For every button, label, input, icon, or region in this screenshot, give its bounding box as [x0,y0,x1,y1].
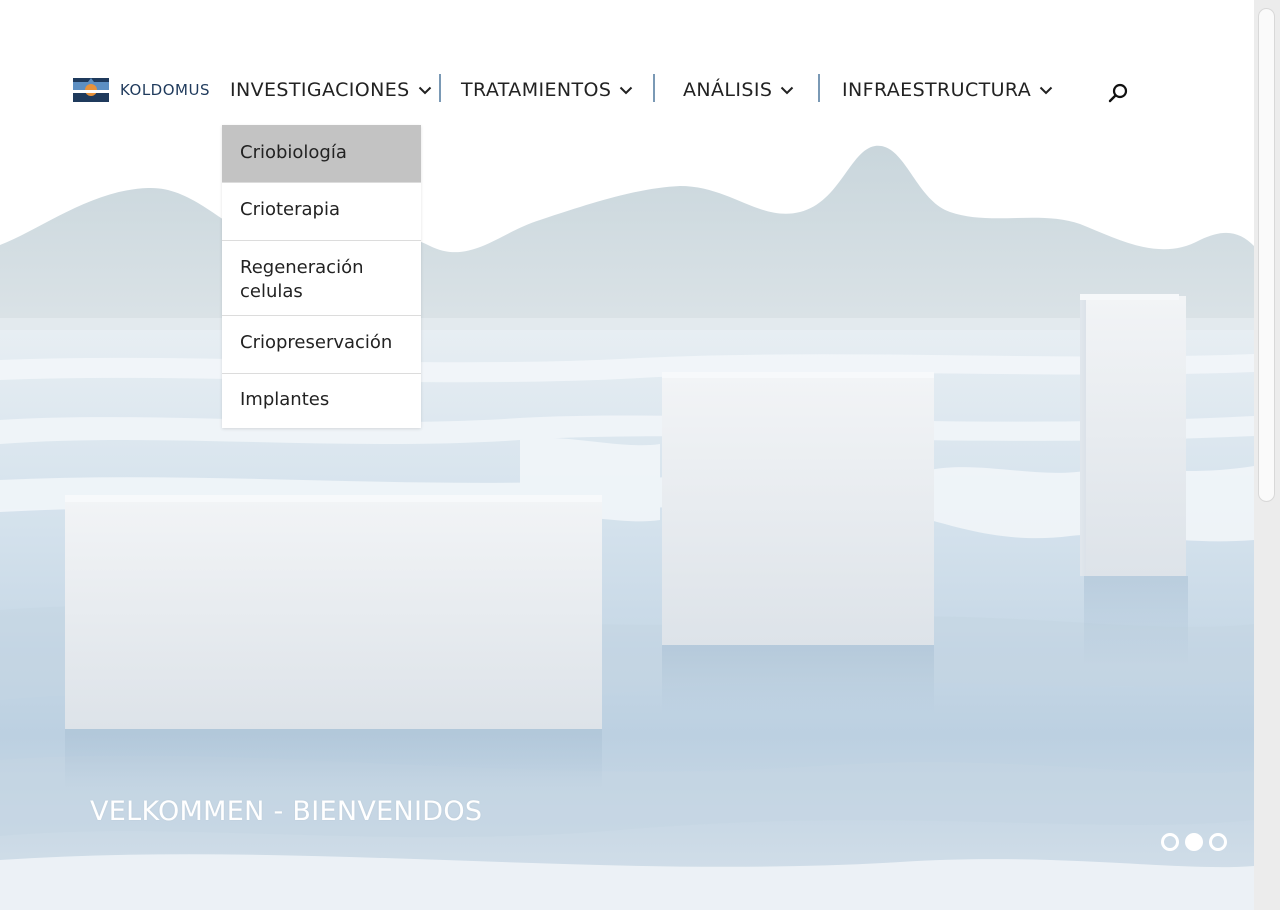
slider-dots [1161,833,1227,851]
dropdown-item-implantes[interactable]: Implantes [222,374,421,428]
vertical-scrollbar[interactable] [1254,0,1280,910]
nav-item-label: TRATAMIENTOS [461,79,612,101]
nav-item-infraestructura[interactable]: INFRAESTRUCTURA [842,74,1053,106]
chevron-down-icon [1039,86,1053,94]
nav-item-label: INFRAESTRUCTURA [842,79,1032,101]
nav-separator [818,74,820,102]
chevron-down-icon [620,86,633,94]
brand-name: KOLDOMUS [120,81,210,99]
scrollbar-thumb[interactable] [1258,8,1275,502]
slider-dot-2[interactable] [1185,833,1203,851]
hero-image [0,0,1254,910]
dropdown-item-regeneracion-celulas[interactable]: Regeneración celulas [222,241,387,315]
dropdown-item-criopreservacion[interactable]: Criopreservación [222,316,421,374]
brand-logo[interactable]: KOLDOMUS [73,78,210,102]
nav-separator [653,74,655,102]
logo-icon [73,78,109,102]
search-icon[interactable] [1107,82,1129,104]
dropdown-item-crioterapia[interactable]: Crioterapia [222,183,421,241]
chevron-down-icon [418,86,431,94]
nav-item-label: ANÁLISIS [683,79,773,101]
nav-item-investigaciones[interactable]: INVESTIGACIONES [230,74,432,106]
nav-item-label: INVESTIGACIONES [230,79,410,101]
investigaciones-dropdown: Criobiología Crioterapia Regeneración ce… [222,125,421,428]
nav-item-tratamientos[interactable]: TRATAMIENTOS [461,74,633,106]
nav-separator [439,74,441,102]
hero-illustration [0,0,1254,910]
slider-dot-3[interactable] [1209,833,1227,851]
dropdown-item-criobiologia[interactable]: Criobiología [222,125,421,183]
page: KOLDOMUS INVESTIGACIONES TRATAMIENTOS AN… [0,0,1254,910]
slider-dot-1[interactable] [1161,833,1179,851]
chevron-down-icon [781,86,794,94]
nav-item-analisis[interactable]: ANÁLISIS [683,74,794,106]
hero-title: VELKOMMEN - BIENVENIDOS [90,796,483,827]
site-header: KOLDOMUS INVESTIGACIONES TRATAMIENTOS AN… [0,0,1254,130]
